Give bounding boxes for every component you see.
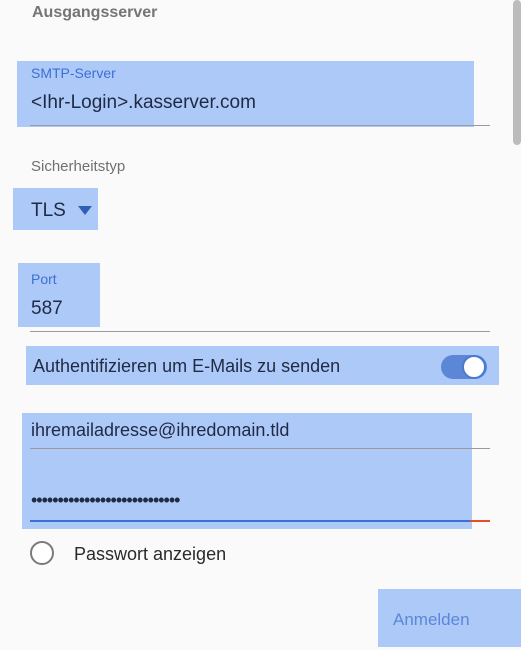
password-underline-accent xyxy=(470,520,490,522)
email-underline xyxy=(30,448,490,449)
toggle-switch-icon[interactable] xyxy=(441,355,487,379)
password-input[interactable]: •••••••••••••••••••••••••••• xyxy=(31,490,180,511)
port-input[interactable]: 587 xyxy=(31,298,63,320)
toggle-knob xyxy=(462,355,486,379)
triangle-down-icon xyxy=(78,206,92,215)
security-type-label: Sicherheitstyp xyxy=(31,158,126,175)
port-label: Port xyxy=(31,271,57,287)
smtp-server-input[interactable]: <Ihr-Login>.kasserver.com xyxy=(31,92,256,114)
email-input[interactable]: ihremailadresse@ihredomain.tld xyxy=(31,420,289,441)
scrollbar[interactable] xyxy=(513,0,521,145)
login-button-label: Anmelden xyxy=(393,610,470,629)
radio-button-icon[interactable] xyxy=(30,541,54,565)
smtp-server-label: SMTP-Server xyxy=(31,65,116,81)
smtp-server-underline xyxy=(30,125,490,126)
show-password-label: Passwort anzeigen xyxy=(74,544,227,564)
port-underline xyxy=(30,331,490,332)
section-title: Ausgangsserver xyxy=(32,4,158,21)
auth-label: Authentifizieren um E-Mails zu senden xyxy=(33,356,341,376)
security-type-value: TLS xyxy=(31,200,66,221)
password-underline-focused xyxy=(30,520,470,522)
